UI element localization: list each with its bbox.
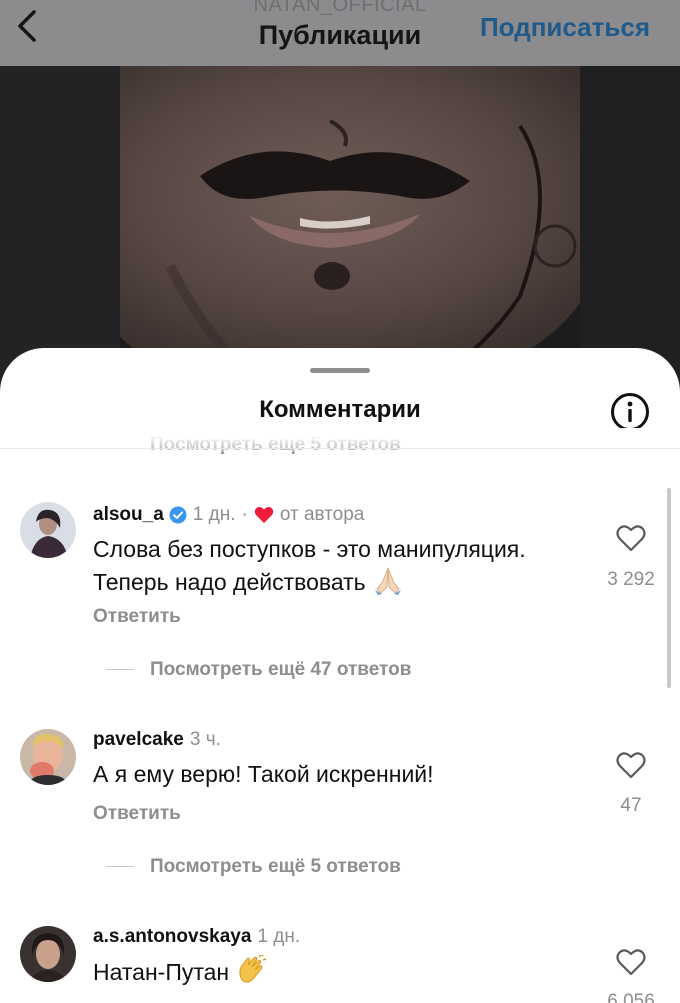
follow-button[interactable]: Подписаться	[480, 12, 650, 43]
heart-filled-icon	[254, 507, 274, 523]
comment-text: Слова без поступков - это манипуляция. Т…	[93, 533, 593, 598]
heart-outline-icon[interactable]	[616, 948, 646, 976]
top-navigation-bar: NATAN_OFFICIAL Публикации Подписаться	[0, 0, 680, 66]
heart-outline-icon[interactable]	[616, 524, 646, 552]
like-count: 6 056	[607, 991, 655, 1003]
comment-text-line-content: Натан-Путан	[93, 959, 230, 985]
avatar[interactable]	[20, 502, 76, 558]
like-count: 3 292	[607, 569, 655, 590]
comment-header: pavelcake 3 ч.	[93, 729, 221, 751]
comment-text: Натан-Путан	[93, 955, 593, 988]
verified-badge-icon	[169, 506, 187, 524]
comment-username[interactable]: alsou_a	[93, 504, 164, 526]
like-count: 47	[620, 795, 642, 816]
sheet-grabber[interactable]	[310, 368, 370, 373]
comment-time: 1 дн.	[192, 504, 236, 525]
comment-time: 3 ч.	[189, 729, 221, 750]
comment-text-line-2: Теперь надо действовать	[93, 565, 593, 598]
comment-text-line: А я ему верю! Такой искренний!	[93, 761, 434, 787]
info-icon[interactable]	[610, 392, 650, 432]
comment-text-line: Натан-Путан	[93, 955, 593, 988]
comment-username[interactable]: a.s.antonovskaya	[93, 926, 251, 948]
comment-username[interactable]: pavelcake	[93, 729, 184, 751]
reply-button[interactable]: Ответить	[93, 606, 181, 628]
header-divider	[0, 448, 680, 449]
avatar[interactable]	[20, 729, 76, 785]
comment-header: a.s.antonovskaya 1 дн.	[93, 926, 300, 948]
meta-separator: ·	[241, 504, 248, 525]
view-replies-button[interactable]: Посмотреть ещё 47 ответов	[150, 659, 411, 681]
post-photo	[0, 66, 680, 386]
replies-line	[106, 669, 134, 670]
reply-button[interactable]: Ответить	[93, 803, 181, 825]
replies-line	[106, 866, 134, 867]
comment-text: А я ему верю! Такой искренний!	[93, 758, 593, 790]
clapping-hands-emoji-icon	[239, 955, 267, 983]
comments-title: Комментарии	[259, 396, 421, 423]
comment-text-line: Слова без поступков - это манипуляция.	[93, 536, 526, 562]
author-like-label: от автора	[279, 504, 365, 525]
comment-time: 1 дн.	[257, 926, 301, 947]
comment-header: alsou_a 1 дн. · от автора	[93, 504, 364, 526]
comment-text-line-content: Теперь надо действовать	[93, 569, 366, 595]
comments-sheet: Комментарии Посмотреть ещё 5 ответов als…	[0, 348, 680, 1003]
folded-hands-emoji-icon	[374, 567, 401, 595]
heart-outline-icon[interactable]	[616, 751, 646, 779]
view-replies-button[interactable]: Посмотреть ещё 5 ответов	[150, 856, 401, 878]
avatar[interactable]	[20, 926, 76, 982]
post-image	[0, 66, 680, 386]
